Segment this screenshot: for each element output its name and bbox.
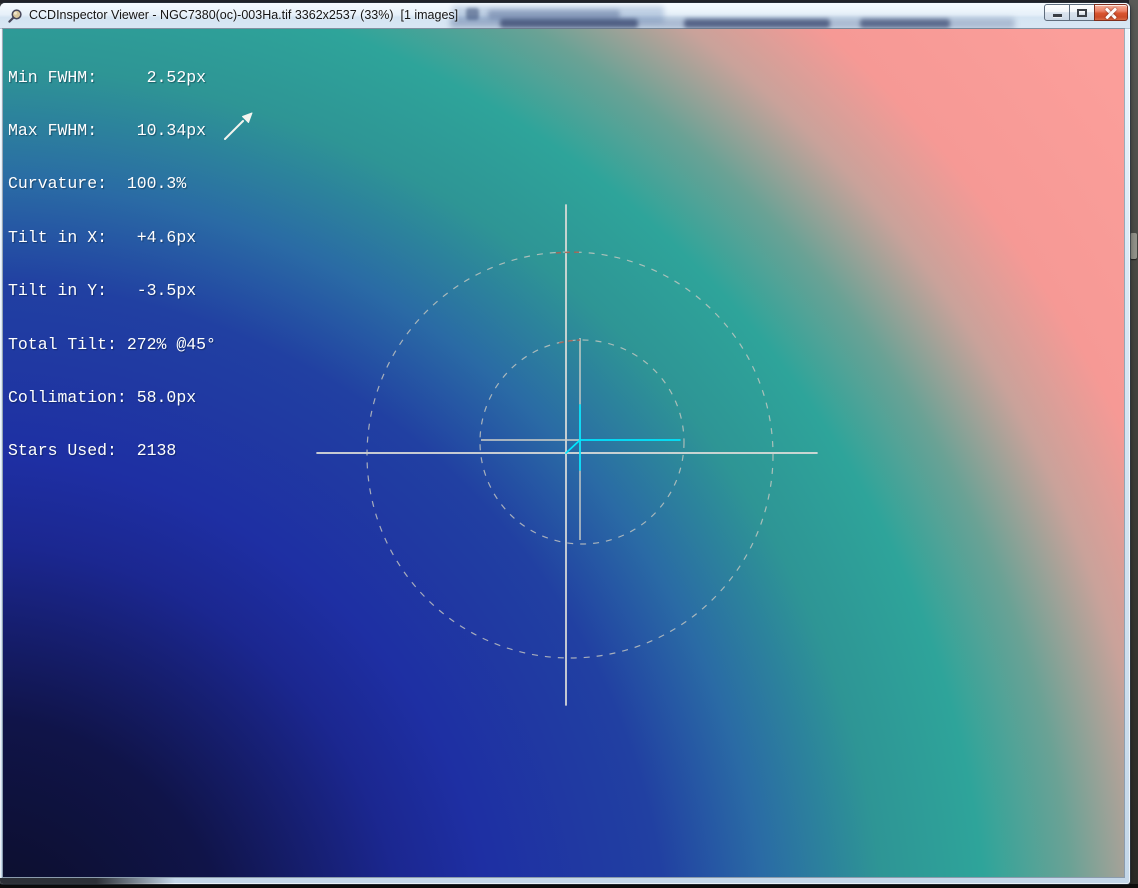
caption-buttons [1044, 4, 1128, 21]
stats-line: Stars Used: 2138 [8, 441, 177, 461]
minimize-icon [1052, 14, 1062, 17]
stats-line: Curvature: 100.3% [8, 174, 187, 194]
dashed-circle-inner [479, 339, 685, 545]
tilt-direction-arrow [224, 120, 244, 140]
stats-line: Collimation: 58.0px [8, 387, 197, 407]
minimize-button[interactable] [1044, 4, 1070, 21]
blur-artifact [860, 19, 950, 28]
desktop-right-strip [1129, 0, 1138, 888]
stats-line: Total Tilt: 272% @45° [8, 334, 216, 354]
fwhm-stats-readout: Min FWHM: 2.52px Max FWHM: 10.34px Curva… [8, 33, 216, 496]
red-tick-outer-circle [555, 251, 584, 254]
ccdinspector-viewer-window: CCDInspector Viewer - NGC7380(oc)-003Ha.… [0, 3, 1130, 884]
cyan-offset-diagonal [565, 439, 581, 454]
background-scrollbar-notch [1130, 233, 1137, 259]
desktop-bottom-strip [0, 884, 1138, 888]
stats-line: Max FWHM: 10.34px [8, 120, 207, 140]
blur-artifact [500, 19, 638, 28]
app-icon [7, 8, 23, 24]
maximize-icon [1077, 8, 1087, 17]
window-title: CCDInspector Viewer - NGC7380(oc)-003Ha.… [29, 8, 459, 22]
stats-line: Tilt in Y: -3.5px [8, 281, 197, 301]
maximize-button[interactable] [1069, 4, 1095, 21]
fwhm-map-canvas[interactable]: Min FWHM: 2.52px Max FWHM: 10.34px Curva… [3, 29, 1124, 877]
blur-artifact [684, 19, 830, 28]
dashed-circle-outer [366, 251, 774, 659]
titlebar[interactable]: CCDInspector Viewer - NGC7380(oc)-003Ha.… [0, 3, 1130, 29]
stats-line: Min FWHM: 2.52px [8, 67, 207, 87]
stats-line: Tilt in X: +4.6px [8, 227, 197, 247]
desktop-background: CCDInspector Viewer - NGC7380(oc)-003Ha.… [0, 0, 1138, 888]
close-button[interactable] [1094, 4, 1128, 21]
close-icon [1104, 6, 1118, 19]
bottom-border-shadow [0, 878, 175, 884]
